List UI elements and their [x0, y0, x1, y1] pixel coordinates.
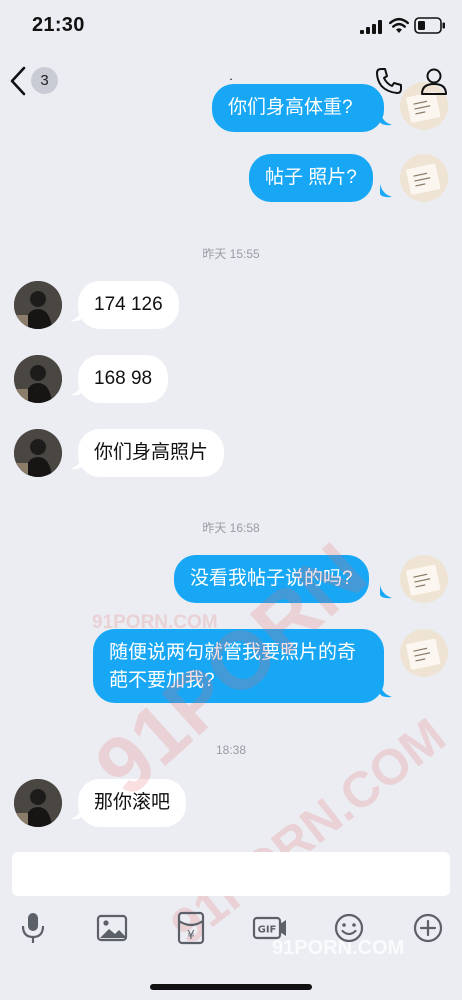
my-avatar[interactable] [400, 629, 448, 677]
message-bubble-outgoing[interactable]: 随便说两句就管我要照片的奇葩不要加我? [93, 629, 384, 703]
message-text: 那你滚吧 [94, 792, 171, 813]
message-text: 随便说两句就管我要照片的奇葩不要加我? [109, 642, 357, 691]
image-icon[interactable] [94, 910, 130, 946]
status-bar: 21:30 [0, 0, 462, 56]
bubble-tail [380, 585, 392, 599]
message-bubble-incoming[interactable]: 那你滚吧 [78, 779, 187, 827]
message-bubble-incoming[interactable]: 174 126 [78, 281, 179, 329]
avatar-image [406, 638, 441, 670]
message-input[interactable] [12, 852, 450, 896]
message-bubble-incoming[interactable]: 168 98 [78, 355, 169, 403]
message-list[interactable]: 你们身高体重? 帖子 照片? 昨天 15:55 174 126 168 98 你… [0, 80, 462, 850]
message-timestamp: 昨天 16:58 [202, 521, 260, 535]
my-avatar[interactable] [400, 154, 448, 202]
unread-count-badge[interactable]: 3 [31, 67, 58, 94]
contact-avatar[interactable] [14, 429, 62, 477]
contact-icon[interactable] [419, 66, 449, 96]
bubble-tail [380, 184, 392, 198]
svg-text:GIF: GIF [258, 925, 277, 936]
wifi-icon [389, 17, 409, 33]
cellular-signal-icon [360, 20, 382, 34]
avatar-image [14, 779, 62, 827]
message-timestamp: 18:38 [215, 743, 247, 757]
status-time: 21:30 [32, 14, 85, 36]
gif-icon[interactable]: GIF [252, 910, 288, 946]
message-timestamp: 昨天 15:55 [202, 247, 260, 261]
contact-avatar[interactable] [14, 779, 62, 827]
my-avatar[interactable] [400, 555, 448, 603]
message-text: 没看我帖子说的吗? [190, 568, 353, 589]
emoji-icon[interactable] [331, 910, 367, 946]
bubble-tail [380, 684, 392, 698]
chevron-left-icon[interactable] [8, 64, 30, 98]
message-text: 帖子 照片? [265, 167, 357, 188]
battery-icon [414, 17, 445, 34]
chat-title: . [229, 68, 233, 83]
message-bubble-outgoing[interactable]: 帖子 照片? [249, 154, 373, 202]
message-bubble-outgoing[interactable]: 没看我帖子说的吗? [174, 555, 369, 603]
contact-avatar[interactable] [14, 355, 62, 403]
contact-avatar[interactable] [14, 281, 62, 329]
plus-icon[interactable] [410, 910, 446, 946]
microphone-icon[interactable] [15, 910, 51, 946]
avatar-image [14, 281, 62, 329]
home-indicator[interactable] [150, 984, 312, 990]
bubble-tail [380, 112, 392, 126]
chat-screen: 21:30 你们身高体重? 帖子 照片? 昨天 15:55 174 126 16… [0, 0, 462, 1000]
message-text: 你们身高照片 [94, 442, 209, 463]
chat-header: 3 . [0, 56, 462, 108]
input-toolbar: ¥ GIF [0, 906, 462, 954]
avatar-image [406, 163, 441, 195]
red-packet-icon[interactable]: ¥ [173, 910, 209, 946]
phone-icon[interactable] [374, 66, 404, 96]
message-text: 174 126 [94, 294, 163, 315]
avatar-image [406, 564, 441, 596]
message-bubble-incoming[interactable]: 你们身高照片 [78, 429, 225, 477]
avatar-image [14, 355, 62, 403]
svg-text:¥: ¥ [187, 928, 195, 942]
avatar-image [14, 429, 62, 477]
message-text: 168 98 [94, 368, 153, 389]
